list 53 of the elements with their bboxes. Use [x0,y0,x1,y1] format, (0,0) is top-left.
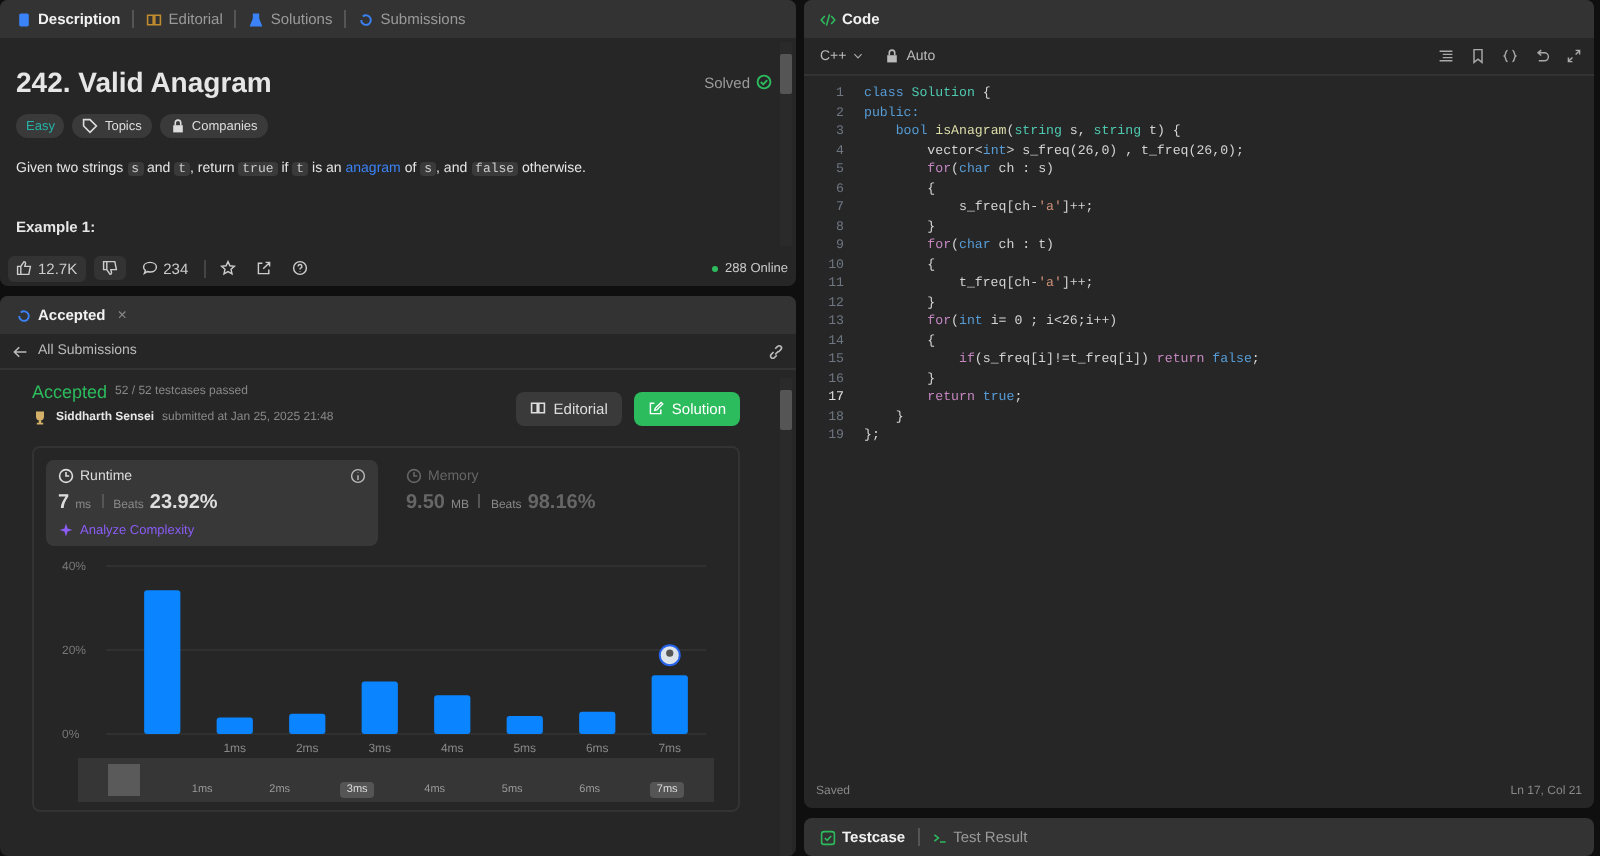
history-icon [358,11,375,27]
checkbox-icon [820,829,836,845]
check-circle-icon [756,74,772,90]
metric-value: 7 [58,492,70,514]
metric-value: 9.50 [406,492,445,514]
terminal-icon [931,829,948,845]
braces-icon[interactable] [1502,48,1518,64]
code-icon [820,11,836,27]
bookmark-icon[interactable] [1470,48,1486,64]
flask-icon [248,11,265,27]
problem-title: 242. Valid Anagram [16,66,274,98]
scrollbar[interactable] [780,378,792,856]
thumbs-up-icon [16,260,32,276]
histogram-bar[interactable] [144,590,181,734]
back-arrow-icon[interactable] [12,343,28,359]
close-tab-button[interactable]: × [117,306,127,324]
info-icon[interactable] [350,468,366,484]
scrollbar[interactable] [780,42,792,246]
format-lines-icon[interactable] [1438,48,1454,64]
histogram-bar[interactable] [579,711,616,734]
help-icon[interactable] [292,260,309,276]
histogram-bar[interactable] [289,713,326,734]
speech-bubble-icon [141,260,158,276]
undo-icon[interactable] [1534,48,1550,64]
document-icon [16,11,32,27]
histogram-bar[interactable] [216,717,253,734]
book-icon [529,400,546,416]
lock-icon [169,118,186,134]
chevron-down-icon [852,50,865,62]
history-icon [16,307,32,323]
clock-icon [406,468,422,484]
histogram-bar[interactable] [434,695,471,734]
verdict: Accepted [32,382,108,402]
thumbs-down-icon [101,260,118,276]
trophy-icon [32,410,48,426]
tag-icon [82,118,99,134]
online-dot-icon [711,265,718,271]
beats-percent: 98.16% [527,492,596,514]
clock-icon [58,468,74,484]
lock-icon [884,48,901,64]
share-icon[interactable] [256,260,273,276]
beats-percent: 23.92% [149,492,218,514]
expand-icon[interactable] [1566,48,1582,64]
edit-icon [647,400,664,416]
star-icon[interactable] [220,260,237,276]
avatar-marker-icon [658,644,681,667]
link-icon[interactable] [768,343,784,359]
histogram-bar[interactable] [651,675,688,734]
dislike-button[interactable] [93,256,126,280]
book-icon [146,11,163,27]
sparkle-icon [58,522,74,538]
histogram-bar[interactable] [361,681,398,734]
histogram-bar[interactable] [506,715,543,734]
